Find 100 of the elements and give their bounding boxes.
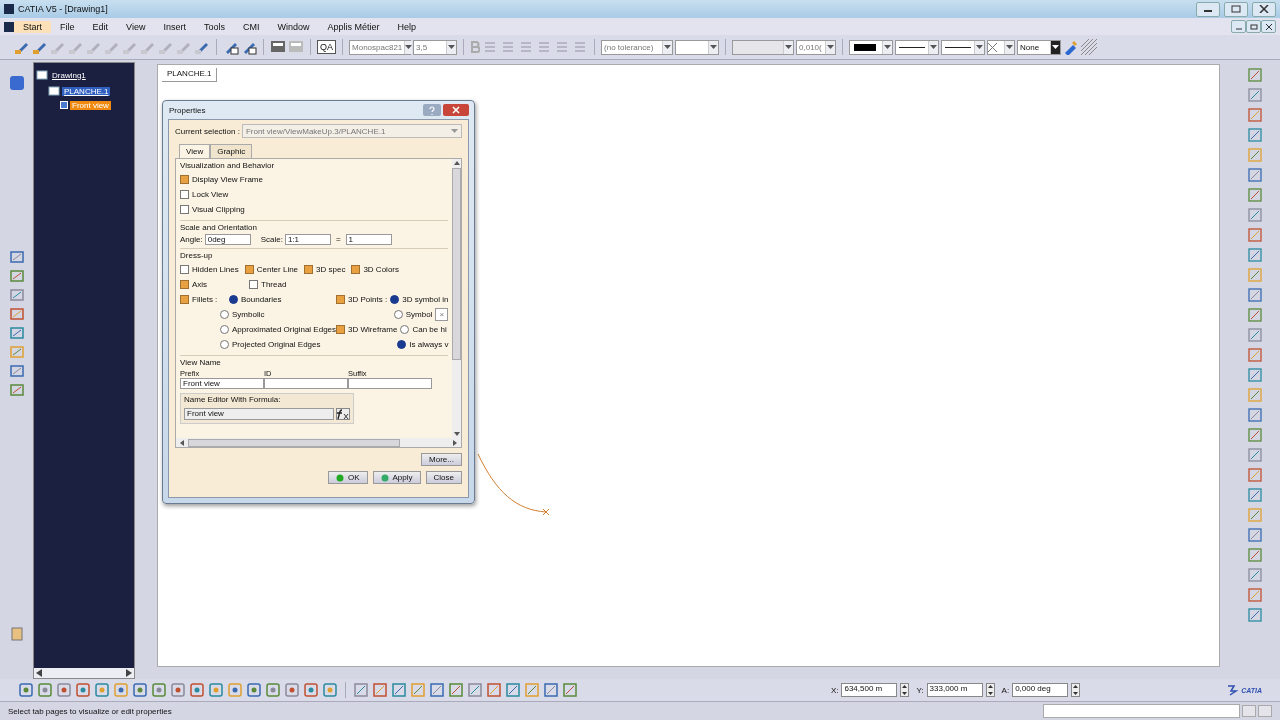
tool-icon[interactable] (9, 627, 24, 641)
tool-icon[interactable] (1248, 168, 1262, 182)
checkbox[interactable] (180, 280, 189, 289)
tool-icon[interactable] (37, 682, 53, 698)
tool-icon[interactable] (1248, 128, 1262, 142)
dropdown[interactable] (732, 39, 794, 55)
tool-icon[interactable] (75, 682, 91, 698)
format-icon[interactable] (482, 39, 498, 55)
tool-icon[interactable] (9, 383, 24, 397)
tool-icon[interactable] (1248, 488, 1262, 502)
spinner-icon[interactable] (1071, 683, 1081, 697)
checkbox[interactable] (336, 325, 346, 334)
menu-item[interactable]: Edit (83, 20, 118, 33)
hatch-icon[interactable] (1081, 39, 1097, 55)
tool-icon[interactable] (543, 682, 559, 698)
tool-icon[interactable] (1248, 108, 1262, 122)
menu-item[interactable]: Help (388, 20, 425, 33)
tree-item[interactable]: PLANCHE.1 (62, 86, 111, 96)
tool-icon[interactable] (227, 682, 243, 698)
tool-icon[interactable] (113, 682, 129, 698)
status-button[interactable] (1258, 705, 1272, 717)
checkbox[interactable] (304, 265, 314, 274)
menu-item[interactable]: Start (14, 20, 51, 33)
tool-icon[interactable] (1248, 68, 1262, 82)
tool-icon[interactable] (1248, 328, 1262, 342)
precision-dropdown[interactable]: 0,010( (796, 39, 836, 55)
tool-icon[interactable] (562, 682, 578, 698)
tool-icon[interactable] (1248, 468, 1262, 482)
tool-icon[interactable] (1248, 188, 1262, 202)
menu-item[interactable]: CMI (233, 20, 269, 33)
tool-icon[interactable] (1248, 608, 1262, 622)
spinner-icon[interactable] (900, 683, 910, 697)
function-icon[interactable] (336, 408, 350, 420)
tab[interactable]: View (179, 144, 211, 158)
tool-icon[interactable] (246, 682, 262, 698)
tool-icon[interactable] (391, 682, 407, 698)
tool-icon[interactable] (429, 682, 445, 698)
checkbox[interactable] (180, 205, 189, 214)
selection-dropdown[interactable]: Front view/ViewMakeUp.3/PLANCHE.1 (241, 124, 462, 138)
2d-icon[interactable] (9, 76, 24, 90)
tool-icon[interactable] (132, 682, 148, 698)
tool-icon[interactable] (9, 288, 24, 302)
radio-button[interactable] (220, 310, 229, 319)
tool-icon[interactable] (1248, 568, 1262, 582)
radio-button[interactable] (220, 325, 229, 334)
tool-icon[interactable] (170, 682, 186, 698)
linetype-dropdown[interactable] (895, 39, 939, 55)
format-icon[interactable] (518, 39, 534, 55)
point-dropdown[interactable] (987, 39, 1015, 55)
symbol-field[interactable]: × (435, 308, 449, 321)
tool-icon[interactable] (189, 682, 205, 698)
format-icon[interactable] (554, 39, 570, 55)
radio-button[interactable] (220, 340, 229, 349)
scale-field[interactable]: 1:1 (284, 234, 331, 245)
checkbox[interactable] (249, 280, 258, 289)
tool-icon[interactable] (1248, 228, 1262, 242)
radio-button[interactable] (397, 340, 407, 349)
menu-item[interactable]: Tools (194, 20, 234, 33)
vertical-scrollbar[interactable] (452, 159, 461, 438)
status-button[interactable] (1242, 705, 1256, 717)
sheet-tab[interactable]: PLANCHE.1 (162, 68, 218, 82)
minimize-button[interactable] (1196, 1, 1220, 17)
close-button[interactable] (1261, 20, 1276, 33)
pattern-dropdown[interactable]: None (1017, 39, 1061, 55)
tool-icon[interactable] (524, 682, 540, 698)
name-field[interactable] (348, 378, 432, 389)
tool-icon[interactable] (9, 326, 24, 340)
radio-button[interactable] (393, 310, 403, 319)
tool-icon[interactable] (353, 682, 369, 698)
tool-icon[interactable] (1248, 528, 1262, 542)
down-arrow-icon[interactable] (453, 432, 460, 436)
tool-icon[interactable] (1248, 428, 1262, 442)
tree-item[interactable]: Drawing1 (50, 70, 88, 80)
tolerance-dropdown[interactable]: (no tolerance) (601, 39, 673, 55)
checkbox[interactable] (180, 265, 189, 274)
ok-button[interactable]: OK (327, 471, 368, 484)
tool-icon[interactable] (1248, 408, 1262, 422)
horizontal-scrollbar[interactable] (34, 668, 134, 678)
checkbox[interactable] (351, 265, 361, 274)
tool-icon[interactable] (1248, 448, 1262, 462)
close-button[interactable] (1252, 1, 1276, 17)
tool-icon[interactable] (322, 682, 338, 698)
tool-icon[interactable] (303, 682, 319, 698)
name-field[interactable]: Front view (180, 378, 264, 389)
tab[interactable]: Graphic (210, 144, 253, 158)
coordinate-field[interactable]: 333,000 m (926, 683, 983, 697)
tool-icon[interactable] (1248, 588, 1262, 602)
tool-icon[interactable] (284, 682, 300, 698)
right-arrow-icon[interactable] (453, 439, 457, 446)
tool-icon[interactable] (372, 682, 388, 698)
tool-icon[interactable] (9, 250, 24, 264)
menu-item[interactable]: File (51, 20, 84, 33)
tool-icon[interactable] (1248, 368, 1262, 382)
angle-field[interactable]: 0deg (204, 234, 251, 245)
coordinate-field[interactable]: 0,000 deg (1012, 683, 1069, 697)
spinner-icon[interactable] (985, 683, 995, 697)
bold-icon[interactable] (470, 41, 480, 53)
checkbox[interactable] (180, 295, 189, 304)
tool-icon[interactable] (1248, 388, 1262, 402)
name-field[interactable] (264, 378, 348, 389)
